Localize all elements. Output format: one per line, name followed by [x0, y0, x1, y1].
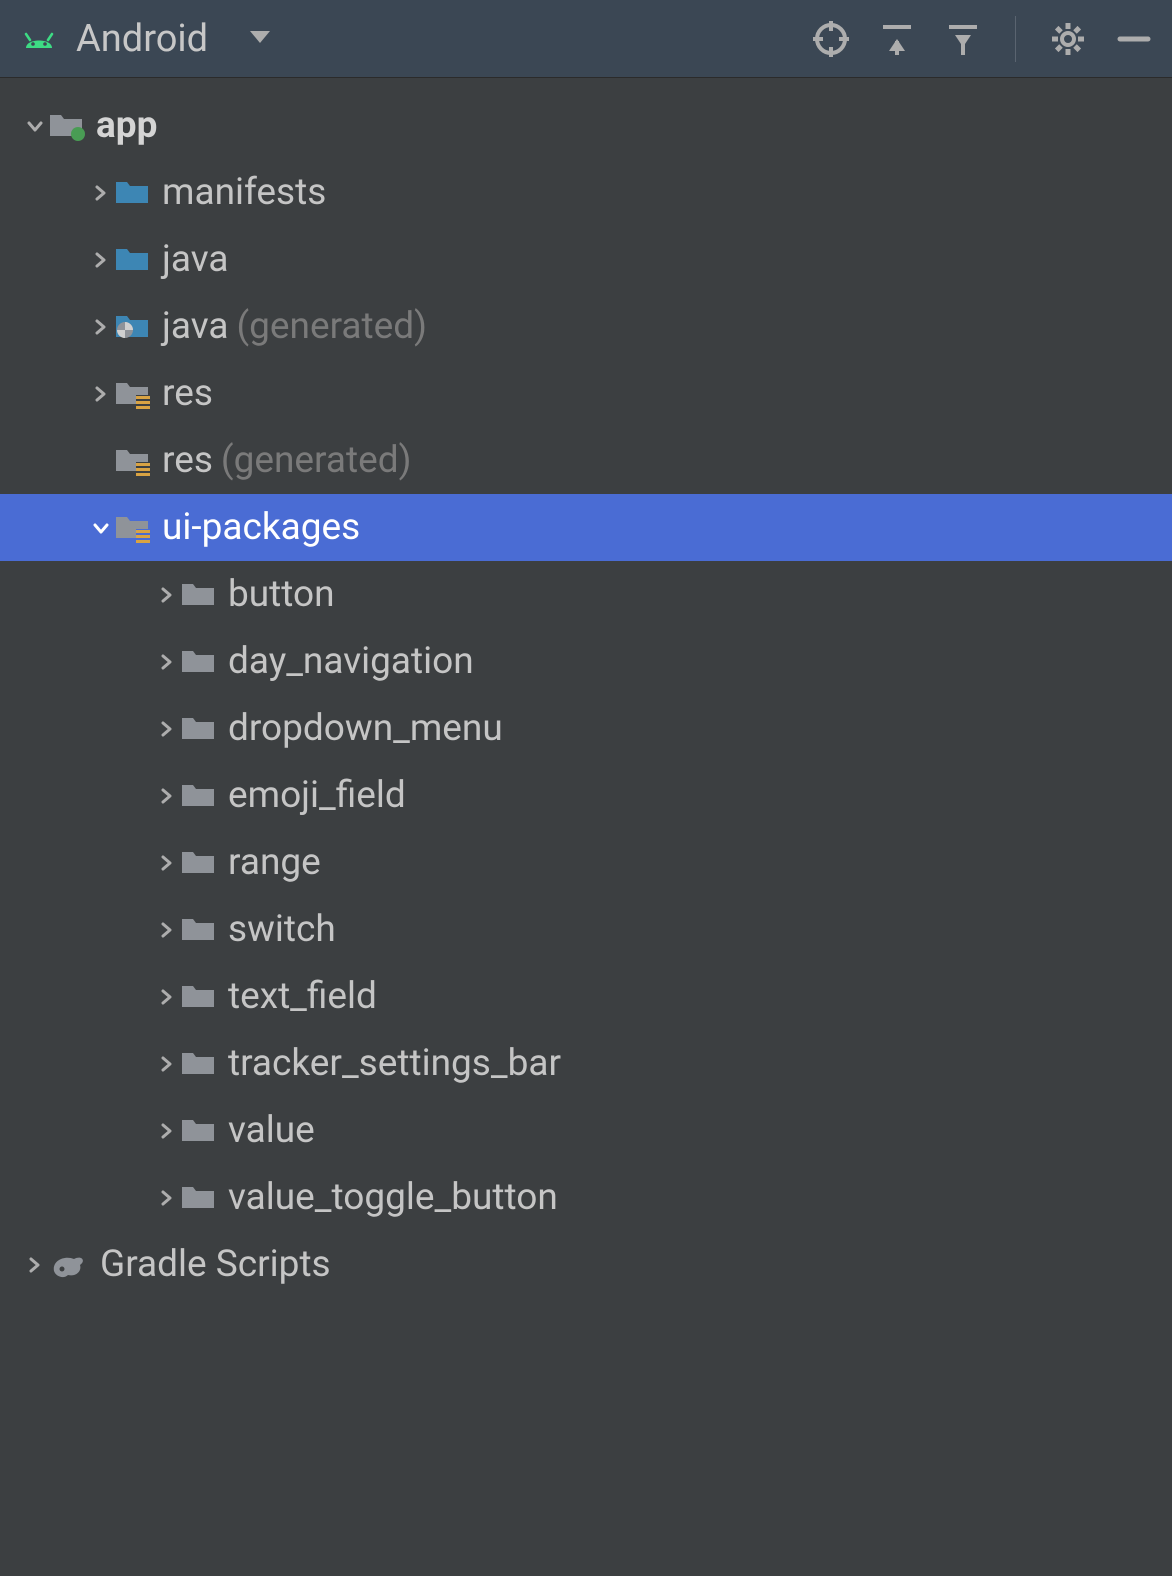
tree-node-manifests[interactable]: manifests — [0, 159, 1172, 226]
chevron-right-icon[interactable] — [154, 921, 180, 939]
tree-label: value_toggle_button — [228, 1176, 558, 1219]
tree-node-app[interactable]: app — [0, 92, 1172, 159]
chevron-down-icon[interactable] — [88, 519, 114, 537]
chevron-down-icon[interactable] — [22, 117, 48, 135]
tree-label: day_navigation — [228, 640, 474, 683]
tree-label: ui-packages — [162, 506, 360, 549]
tree-node-res[interactable]: res — [0, 360, 1172, 427]
tree-label: dropdown_menu — [228, 707, 503, 750]
resource-folder-icon — [114, 378, 152, 410]
tree-node-tracker-settings-bar[interactable]: tracker_settings_bar — [0, 1030, 1172, 1097]
tree-node-java-generated[interactable]: java (generated) — [0, 293, 1172, 360]
folder-icon — [114, 244, 152, 276]
android-icon — [20, 22, 58, 56]
gradle-icon — [48, 1247, 90, 1283]
dropdown-arrow-icon — [246, 23, 274, 55]
tree-node-gradle-scripts[interactable]: Gradle Scripts — [0, 1231, 1172, 1298]
folder-icon — [114, 177, 152, 209]
folder-icon — [180, 847, 218, 879]
folder-icon — [180, 646, 218, 678]
chevron-right-icon[interactable] — [154, 1055, 180, 1073]
tree-label: tracker_settings_bar — [228, 1042, 561, 1085]
tree-label: value — [228, 1109, 315, 1152]
tree-label: Gradle Scripts — [100, 1243, 331, 1286]
view-title: Android — [76, 17, 208, 61]
tree-label: app — [96, 104, 157, 147]
tree-label: java — [162, 305, 228, 348]
tree-node-button[interactable]: button — [0, 561, 1172, 628]
chevron-right-icon[interactable] — [154, 586, 180, 604]
chevron-right-icon[interactable] — [88, 385, 114, 403]
folder-icon — [180, 1115, 218, 1147]
chevron-right-icon[interactable] — [154, 1122, 180, 1140]
resource-folder-icon — [114, 445, 152, 477]
tree-node-day-navigation[interactable]: day_navigation — [0, 628, 1172, 695]
tree-node-range[interactable]: range — [0, 829, 1172, 896]
tree-label: res — [162, 372, 213, 415]
tree-label: java — [162, 238, 228, 281]
expand-all-button[interactable] — [879, 21, 915, 57]
tree-node-java[interactable]: java — [0, 226, 1172, 293]
chevron-right-icon[interactable] — [88, 184, 114, 202]
hide-panel-button[interactable] — [1116, 21, 1152, 57]
tree-node-switch[interactable]: switch — [0, 896, 1172, 963]
tree-suffix: (generated) — [236, 305, 427, 348]
tree-label: res — [162, 439, 213, 482]
view-selector[interactable]: Android — [20, 17, 274, 61]
chevron-right-icon[interactable] — [154, 988, 180, 1006]
folder-icon — [180, 1182, 218, 1214]
tree-label: switch — [228, 908, 336, 951]
tree-node-value-toggle-button[interactable]: value_toggle_button — [0, 1164, 1172, 1231]
tree-label: button — [228, 573, 335, 616]
select-opened-file-button[interactable] — [813, 21, 849, 57]
chevron-right-icon[interactable] — [154, 720, 180, 738]
chevron-right-icon[interactable] — [154, 854, 180, 872]
chevron-right-icon[interactable] — [88, 251, 114, 269]
folder-icon — [180, 579, 218, 611]
tree-node-ui-packages[interactable]: ui-packages — [0, 494, 1172, 561]
folder-icon — [180, 713, 218, 745]
tree-label: manifests — [162, 171, 326, 214]
tree-node-value[interactable]: value — [0, 1097, 1172, 1164]
toolbar: Android — [0, 0, 1172, 78]
collapse-all-button[interactable] — [945, 21, 981, 57]
tree-label: range — [228, 841, 321, 884]
tree-suffix: (generated) — [221, 439, 412, 482]
tree-node-text-field[interactable]: text_field — [0, 963, 1172, 1030]
resource-folder-icon — [114, 512, 152, 544]
tree-node-res-generated[interactable]: res (generated) — [0, 427, 1172, 494]
tree-node-dropdown-menu[interactable]: dropdown_menu — [0, 695, 1172, 762]
folder-icon — [180, 981, 218, 1013]
folder-icon — [180, 780, 218, 812]
generated-folder-icon — [114, 311, 152, 343]
tree-label: emoji_field — [228, 774, 406, 817]
tree-label: text_field — [228, 975, 377, 1018]
folder-icon — [180, 914, 218, 946]
project-tree: app manifests java java (generated) — [0, 78, 1172, 1298]
chevron-right-icon[interactable] — [154, 653, 180, 671]
chevron-right-icon[interactable] — [88, 318, 114, 336]
chevron-right-icon[interactable] — [154, 787, 180, 805]
settings-button[interactable] — [1050, 21, 1086, 57]
toolbar-separator — [1015, 16, 1016, 62]
chevron-right-icon[interactable] — [22, 1256, 48, 1274]
folder-icon — [180, 1048, 218, 1080]
tree-node-emoji-field[interactable]: emoji_field — [0, 762, 1172, 829]
chevron-right-icon[interactable] — [154, 1189, 180, 1207]
module-folder-icon — [48, 110, 86, 142]
